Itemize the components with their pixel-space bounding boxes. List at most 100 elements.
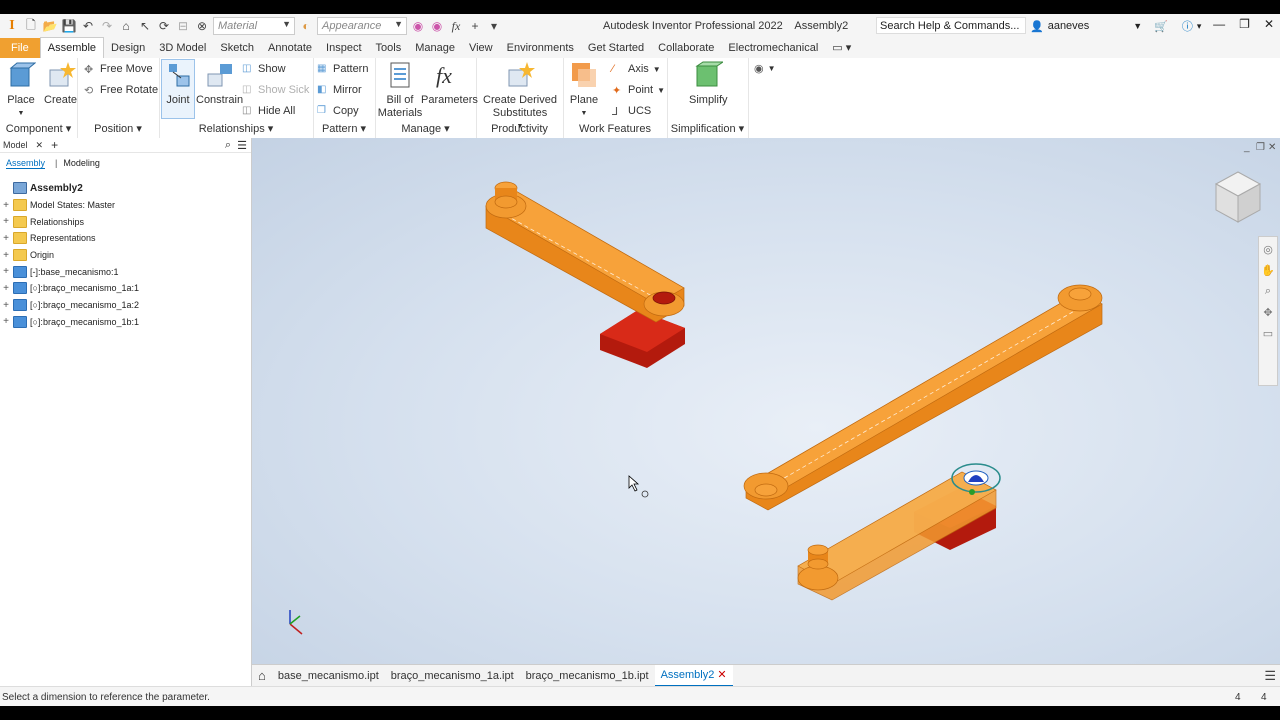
tab-assemble[interactable]: Assemble [39, 37, 105, 58]
orbit-icon[interactable]: ✥ [1263, 306, 1272, 319]
expand-icon[interactable]: + [1, 216, 11, 227]
show-button[interactable]: ◫ Show [242, 63, 286, 75]
part-braco-1a-1[interactable] [485, 181, 685, 368]
appearance-icon[interactable]: ◐ [298, 18, 314, 34]
help-search-input[interactable]: Search Help & Commands... [876, 17, 1026, 34]
browser-tab-model[interactable]: Model [3, 140, 28, 150]
pan-icon[interactable]: ✋ [1261, 264, 1275, 277]
help-icon[interactable]: ⓘ [1182, 18, 1193, 34]
tree-node-relationships[interactable]: + Relationships [0, 213, 250, 230]
component-group-label[interactable]: Component ▾ [0, 122, 77, 135]
select-icon[interactable]: ↖ [137, 18, 153, 34]
bill-of-materials-button[interactable]: Bill of Materials [377, 60, 423, 120]
model-scene[interactable]: _ ❐ ✕ [252, 138, 1280, 664]
close-icon[interactable]: ✕ [717, 669, 726, 681]
simplification-group-label[interactable]: Simplification ▾ [667, 122, 748, 135]
close-icon[interactable]: ✕ [1264, 17, 1274, 31]
tab-electromechanical[interactable]: Electromechanical [721, 38, 825, 58]
tab-sketch[interactable]: Sketch [213, 38, 261, 58]
parameters-button[interactable]: fx Parameters [421, 60, 478, 107]
part-braco-1b-1[interactable] [743, 284, 1103, 511]
tree-root[interactable]: Assembly2 [0, 180, 250, 197]
ucs-button[interactable]: ⅃ UCS [612, 105, 651, 118]
new-file-icon[interactable]: 🗋 [23, 18, 39, 34]
update-icon[interactable]: ⟳ [156, 18, 172, 34]
ribbon-extra-dropdown[interactable]: ◉ ▼ [754, 62, 776, 75]
expand-icon[interactable]: + [1, 233, 11, 244]
manage-group-label[interactable]: Manage ▾ [375, 122, 476, 135]
joint-button[interactable]: Joint [161, 59, 195, 119]
steering-wheel-icon[interactable]: ◎ [1263, 243, 1273, 256]
expand-icon[interactable]: + [1, 266, 11, 277]
relationships-group-label[interactable]: Relationships ▾ [159, 122, 313, 135]
close-icon[interactable]: ✕ [36, 140, 44, 151]
free-move-button[interactable]: ✥ Free Move [84, 63, 153, 76]
home-icon[interactable]: ⌂ [118, 18, 134, 34]
save-icon[interactable]: 💾 [61, 18, 77, 34]
menu-icon[interactable]: ☰ [1264, 668, 1276, 684]
mirror-button[interactable]: ◧ Mirror [317, 84, 362, 96]
doc-tab-braco-1a[interactable]: braço_mecanismo_1a.ipt [385, 665, 520, 687]
point-button[interactable]: ✦ Point ▼ [612, 84, 665, 97]
tab-annotate[interactable]: Annotate [261, 38, 319, 58]
tab-3d-model[interactable]: 3D Model [152, 38, 213, 58]
part-braco-1a-2[interactable] [797, 463, 1001, 601]
tree-node-model-states[interactable]: + Model States: Master [0, 197, 250, 214]
menu-icon[interactable]: ☰ [237, 139, 247, 152]
minimize-icon[interactable]: — [1213, 17, 1225, 31]
tab-inspect[interactable]: Inspect [319, 38, 368, 58]
subtab-assembly[interactable]: Assembly [6, 158, 46, 169]
copy-button[interactable]: ❐ Copy [317, 105, 359, 117]
free-rotate-button[interactable]: ⟲ Free Rotate [84, 84, 158, 97]
hide-all-button[interactable]: ◫ Hide All [242, 105, 295, 117]
chevron-down-icon[interactable]: ▾ [1197, 21, 1202, 32]
inventor-logo-icon[interactable]: I [4, 18, 20, 34]
open-folder-icon[interactable]: 📂 [42, 18, 58, 34]
subtab-modeling[interactable]: Modeling [63, 158, 100, 168]
tab-get-started[interactable]: Get Started [581, 38, 651, 58]
cart-icon[interactable]: 🛒 [1154, 20, 1168, 33]
doc-tab-base-mecanismo[interactable]: base_mecanismo.ipt [272, 665, 385, 687]
plane-button[interactable]: Plane ▼ [569, 60, 599, 120]
tab-tools[interactable]: Tools [369, 38, 409, 58]
position-group-label[interactable]: Position ▾ [77, 122, 159, 135]
material-combo[interactable]: Material ▼ [213, 17, 295, 35]
rebuild-icon[interactable]: ⊟ [175, 18, 191, 34]
tab-environments[interactable]: Environments [500, 38, 581, 58]
undo-icon[interactable]: ↶ [80, 18, 96, 34]
customize-chevron-icon[interactable]: ▾ [486, 18, 502, 34]
expand-icon[interactable]: + [1, 200, 11, 211]
graphics-viewport[interactable]: _ ❐ ✕ ◎ ✋ ⌕ ✥ ▭ [252, 138, 1280, 664]
viewport-window-controls[interactable]: _ ❐ ✕ [1243, 142, 1276, 153]
appearance-combo[interactable]: Appearance ▼ [317, 17, 407, 35]
search-icon[interactable]: ⌕ [225, 139, 231, 152]
adjust-appearance-icon[interactable]: ◉ [429, 18, 445, 34]
doc-tab-assembly2[interactable]: Assembly2 ✕ [654, 665, 733, 687]
user-menu[interactable]: 👤 aaneves ▼ 🛒 ⓘ ▾ [1030, 18, 1201, 34]
constrain-button[interactable]: Constrain [196, 60, 243, 107]
clear-appearance-icon[interactable]: ◉ [410, 18, 426, 34]
tab-file[interactable]: File [0, 38, 40, 58]
add-icon[interactable]: + [467, 18, 483, 34]
doc-tab-braco-1b[interactable]: braço_mecanismo_1b.ipt [520, 665, 655, 687]
tab-collaborate[interactable]: Collaborate [651, 38, 721, 58]
look-at-icon[interactable]: ▭ [1263, 327, 1273, 340]
tree-node-part[interactable]: + [○]:braço_mecanismo_1a:1 [0, 280, 250, 297]
tree-node-representations[interactable]: + Representations [0, 230, 250, 247]
axis-button[interactable]: ⁄ Axis ▼ [612, 63, 661, 75]
tab-view[interactable]: View [462, 38, 500, 58]
place-button[interactable]: Place ▼ [6, 60, 36, 120]
show-sick-button[interactable]: ◫ Show Sick [242, 84, 309, 96]
expand-icon[interactable]: + [1, 250, 11, 261]
tree-node-origin[interactable]: + Origin [0, 247, 250, 264]
pattern-button[interactable]: ▦ Pattern [317, 63, 368, 75]
add-icon[interactable]: + [51, 138, 58, 152]
ribbon-display-toggle[interactable]: ▭ ▾ [825, 38, 858, 58]
home-icon[interactable]: ⌂ [252, 665, 272, 687]
fx-icon[interactable]: fx [448, 18, 464, 34]
tree-node-part[interactable]: + [-]:base_mecanismo:1 [0, 263, 250, 280]
expand-icon[interactable]: + [1, 316, 11, 327]
tab-manage[interactable]: Manage [408, 38, 462, 58]
zoom-icon[interactable]: ⌕ [1265, 285, 1271, 298]
expand-icon[interactable]: + [1, 283, 11, 294]
